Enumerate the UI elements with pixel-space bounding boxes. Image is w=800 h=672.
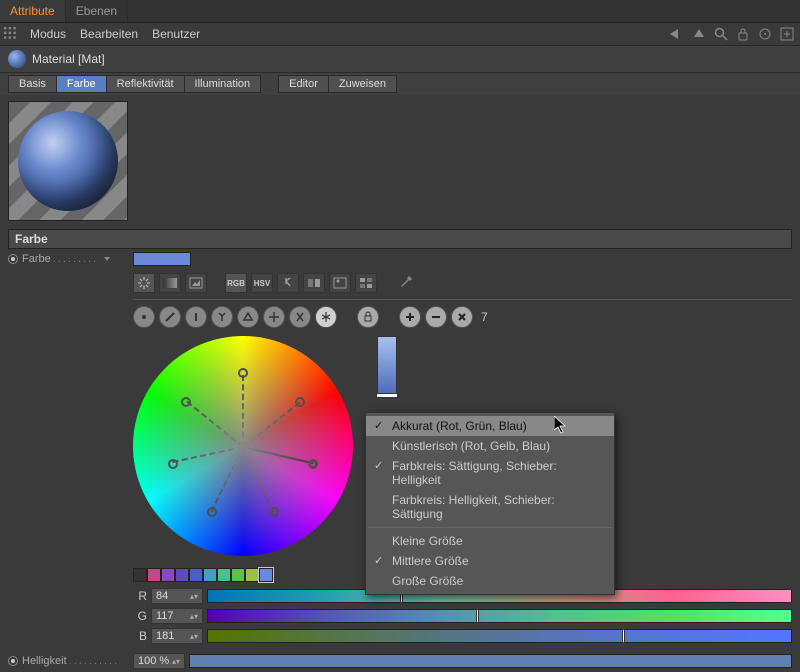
b-channel-row: B 181▴▾ bbox=[8, 626, 792, 646]
node-count: 7 bbox=[481, 310, 488, 324]
cursor-icon bbox=[554, 416, 568, 434]
r-label: R bbox=[133, 589, 147, 603]
brightness-handle[interactable] bbox=[376, 393, 398, 398]
swatch-item[interactable] bbox=[189, 568, 203, 582]
hsv-mode-button[interactable]: HSV bbox=[251, 273, 273, 293]
channel-tab-editor[interactable]: Editor bbox=[278, 75, 329, 93]
spectrum-icon[interactable] bbox=[133, 273, 155, 293]
radio-farbe[interactable] bbox=[8, 254, 18, 264]
nav-prev-icon[interactable] bbox=[668, 25, 686, 43]
swatch-item[interactable] bbox=[175, 568, 189, 582]
reset-button[interactable] bbox=[451, 306, 473, 328]
channel-tab-reflektivitaet[interactable]: Reflektivität bbox=[106, 75, 185, 93]
channel-tab-bar: Basis Farbe Reflektivität Illumination E… bbox=[0, 73, 800, 95]
tab-attribute[interactable]: Attribute bbox=[0, 0, 66, 22]
swatches-icon[interactable] bbox=[355, 273, 377, 293]
gradient-icon[interactable] bbox=[159, 273, 181, 293]
new-box-icon[interactable] bbox=[778, 25, 796, 43]
swatch-item[interactable] bbox=[217, 568, 231, 582]
helligkeit-value-field[interactable]: 100 %▴▾ bbox=[133, 653, 185, 669]
search-icon[interactable] bbox=[712, 25, 730, 43]
channel-tab-basis[interactable]: Basis bbox=[8, 75, 57, 93]
menu-item-mittlere[interactable]: Mittlere Größe bbox=[366, 551, 614, 571]
harmony-square-button[interactable] bbox=[289, 306, 311, 328]
swatch-item[interactable] bbox=[231, 568, 245, 582]
dropdown-arrow-icon[interactable] bbox=[104, 257, 110, 261]
color-swatch[interactable] bbox=[133, 252, 191, 266]
channel-tab-farbe[interactable]: Farbe bbox=[56, 75, 107, 93]
swatch-item[interactable] bbox=[245, 568, 259, 582]
menu-item-sat-hell[interactable]: Farbkreis: Sättigung, Schieber: Helligke… bbox=[366, 456, 614, 490]
g-slider[interactable] bbox=[207, 609, 792, 623]
harmony-toolbar: 7 bbox=[8, 306, 792, 336]
swatch-item[interactable] bbox=[259, 568, 273, 582]
nav-up-icon[interactable] bbox=[690, 25, 708, 43]
brightness-slider[interactable] bbox=[377, 336, 397, 396]
rgb-mode-button[interactable]: RGB bbox=[225, 273, 247, 293]
menu-item-grosse[interactable]: Große Größe bbox=[366, 571, 614, 591]
b-value-field[interactable]: 181▴▾ bbox=[151, 628, 203, 644]
material-name: Material [Mat] bbox=[32, 52, 105, 66]
r-value-field[interactable]: 84▴▾ bbox=[151, 588, 203, 604]
material-preview[interactable] bbox=[8, 101, 128, 221]
panel-tab-bar: Attribute Ebenen bbox=[0, 0, 800, 23]
dots: ......... bbox=[53, 253, 99, 265]
swatch-item[interactable] bbox=[161, 568, 175, 582]
swatch-item[interactable] bbox=[133, 568, 147, 582]
tab-ebenen[interactable]: Ebenen bbox=[66, 0, 128, 22]
harmony-mono-button[interactable] bbox=[133, 306, 155, 328]
eyedropper-icon[interactable] bbox=[395, 273, 417, 293]
mixer-icon[interactable] bbox=[303, 273, 325, 293]
swatch-item[interactable] bbox=[147, 568, 161, 582]
menu-item-kleine[interactable]: Kleine Größe bbox=[366, 531, 614, 551]
g-value-field[interactable]: 117▴▾ bbox=[151, 608, 203, 624]
menu-bearbeiten[interactable]: Bearbeiten bbox=[76, 25, 148, 43]
helligkeit-slider[interactable] bbox=[189, 654, 792, 668]
property-row-farbe: Farbe ......... bbox=[8, 249, 792, 269]
menu-modus[interactable]: Modus bbox=[26, 25, 76, 43]
harmony-analogous-button[interactable] bbox=[185, 306, 207, 328]
channel-tab-illumination[interactable]: Illumination bbox=[184, 75, 262, 93]
menu-bar: Modus Bearbeiten Benutzer bbox=[0, 23, 800, 46]
harmony-triad-button[interactable] bbox=[237, 306, 259, 328]
label-farbe: Farbe bbox=[22, 253, 51, 265]
grid-icon[interactable] bbox=[4, 27, 18, 41]
harmony-complement-button[interactable] bbox=[159, 306, 181, 328]
channel-tab-zuweisen[interactable]: Zuweisen bbox=[328, 75, 397, 93]
kelvin-icon[interactable] bbox=[277, 273, 299, 293]
material-sphere-icon bbox=[8, 50, 26, 68]
material-header: Material [Mat] bbox=[0, 46, 800, 73]
target-icon[interactable] bbox=[756, 25, 774, 43]
menu-item-akkurat[interactable]: Akkurat (Rot, Grün, Blau) bbox=[366, 416, 614, 436]
color-wheel[interactable] bbox=[133, 336, 353, 556]
harmony-equiangular-button[interactable] bbox=[315, 306, 337, 328]
wheel-context-menu: Akkurat (Rot, Grün, Blau) Künstlerisch (… bbox=[365, 412, 615, 595]
lock-harmony-button[interactable] bbox=[357, 306, 379, 328]
menu-benutzer[interactable]: Benutzer bbox=[148, 25, 210, 43]
property-row-helligkeit: Helligkeit .......... 100 %▴▾ bbox=[8, 650, 792, 672]
menu-item-kuenstlerisch[interactable]: Künstlerisch (Rot, Gelb, Blau) bbox=[366, 436, 614, 456]
lock-icon[interactable] bbox=[734, 25, 752, 43]
harmony-split-button[interactable] bbox=[211, 306, 233, 328]
picture-icon[interactable] bbox=[329, 273, 351, 293]
menu-separator bbox=[368, 527, 612, 528]
b-label: B bbox=[133, 629, 147, 643]
divider bbox=[133, 299, 792, 300]
g-label: G bbox=[133, 609, 147, 623]
color-mode-toolbar: RGB HSV bbox=[8, 269, 792, 297]
preview-sphere-icon bbox=[18, 111, 118, 211]
harmony-tetrad-button[interactable] bbox=[263, 306, 285, 328]
section-header-farbe: Farbe bbox=[8, 229, 792, 249]
image-icon[interactable] bbox=[185, 273, 207, 293]
menu-item-hell-sat[interactable]: Farbkreis: Helligkeit, Schieber: Sättigu… bbox=[366, 490, 614, 524]
radio-helligkeit[interactable] bbox=[8, 656, 18, 666]
swatch-item[interactable] bbox=[203, 568, 217, 582]
remove-node-button[interactable] bbox=[425, 306, 447, 328]
g-channel-row: G 117▴▾ bbox=[8, 606, 792, 626]
label-helligkeit: Helligkeit bbox=[22, 655, 67, 667]
add-node-button[interactable] bbox=[399, 306, 421, 328]
b-slider[interactable] bbox=[207, 629, 792, 643]
